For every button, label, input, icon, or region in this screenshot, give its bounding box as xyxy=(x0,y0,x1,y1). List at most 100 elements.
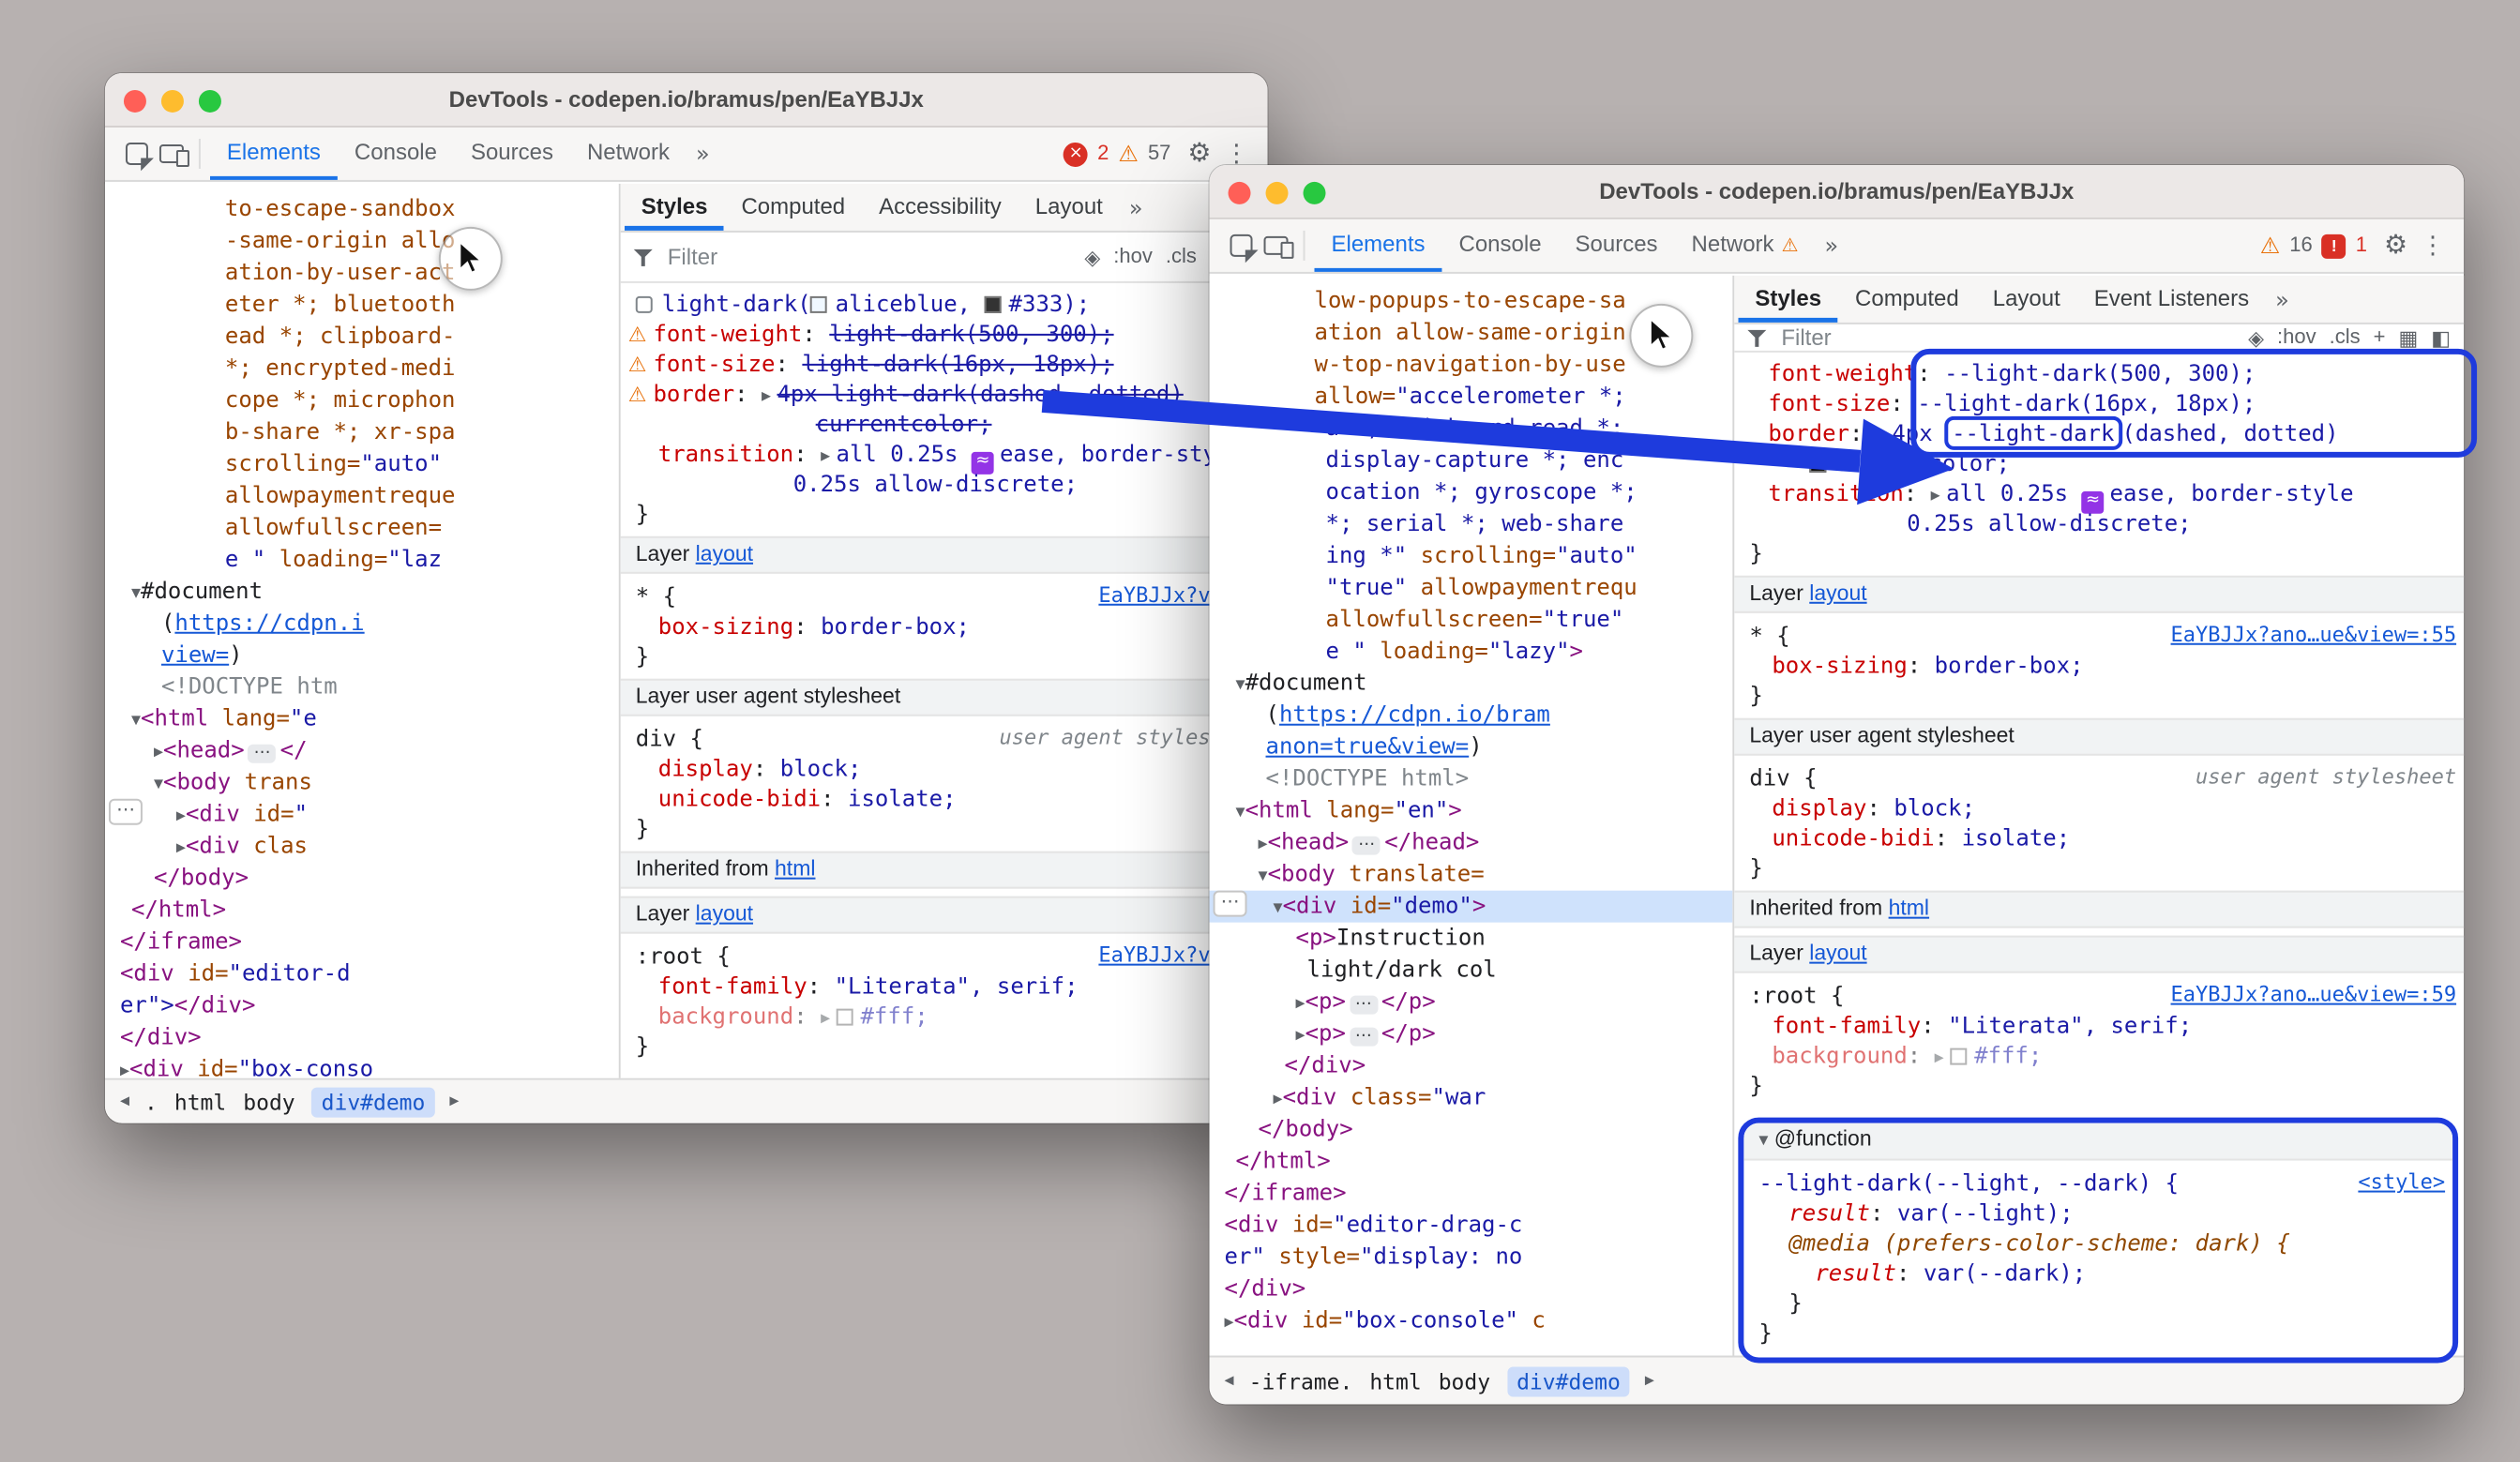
ellipsis-badge[interactable]: ⋯ xyxy=(249,745,277,763)
breadcrumb-forward-icon[interactable]: ▸ xyxy=(449,1092,459,1112)
breadcrumb-item-html[interactable]: html xyxy=(174,1089,226,1115)
link[interactable]: layout xyxy=(696,544,753,566)
more-tabs-icon[interactable]: » xyxy=(1120,194,1153,220)
tab-sources[interactable]: Sources xyxy=(1559,219,1675,272)
hidden-elements-badge[interactable]: ⋯ xyxy=(109,799,143,825)
minimize-button[interactable] xyxy=(1266,181,1289,203)
expand-toggle[interactable]: ▸ xyxy=(1274,1090,1283,1110)
tab-sources[interactable]: Sources xyxy=(454,128,570,180)
expand-toggle[interactable]: ▾ xyxy=(154,775,163,795)
link[interactable]: EaYBJJx?ano…ue&view=:55 xyxy=(2171,621,2457,651)
tab-event-listeners[interactable]: Event Listeners xyxy=(2077,276,2266,323)
expand-toggle[interactable]: ▸ xyxy=(1877,426,1892,446)
tab-network[interactable]: Network xyxy=(570,128,687,180)
dom-tree[interactable]: ⋯ to-escape-sandbox-same-origin alloatio… xyxy=(105,184,621,1078)
inspect-element-icon[interactable] xyxy=(126,143,148,165)
tab-console[interactable]: Console xyxy=(338,128,454,180)
link[interactable]: https://cdpn.i xyxy=(174,610,364,636)
tab-styles[interactable]: Styles xyxy=(1738,276,1838,323)
breadcrumb-item-body[interactable]: body xyxy=(243,1089,294,1115)
styles-pane[interactable]: font-weight: --light-dark(500, 300);font… xyxy=(1734,353,2464,1364)
close-button[interactable] xyxy=(124,89,146,112)
toggle-class-button[interactable]: .cls xyxy=(2330,326,2361,349)
tab-computed[interactable]: Computed xyxy=(724,184,862,231)
styles-filter-input[interactable] xyxy=(668,244,874,270)
new-style-rule-button[interactable]: + xyxy=(2374,326,2386,349)
tab-layout[interactable]: Layout xyxy=(1019,184,1120,231)
breadcrumb-back-icon[interactable]: ◂ xyxy=(120,1092,129,1112)
expand-toggle[interactable]: ▸ xyxy=(1935,1048,1950,1069)
expand-toggle[interactable]: ▸ xyxy=(1225,1313,1234,1334)
expand-toggle[interactable]: ▸ xyxy=(1296,1026,1305,1047)
link[interactable]: anon=true&view= xyxy=(1266,733,1470,760)
link[interactable]: html xyxy=(1889,898,1929,921)
zoom-button[interactable] xyxy=(199,89,221,112)
tab-network[interactable]: Network⚠ xyxy=(1675,219,1816,272)
titlebar[interactable]: DevTools - codepen.io/bramus/pen/EaYBJJx xyxy=(105,73,1268,128)
color-swatch[interactable] xyxy=(1950,1048,1967,1065)
ellipsis-badge[interactable]: ⋯ xyxy=(1350,996,1378,1015)
checkbox[interactable] xyxy=(636,296,653,313)
expand-toggle[interactable]: ▸ xyxy=(120,1062,129,1078)
link[interactable]: layout xyxy=(1809,583,1866,606)
expand-toggle[interactable]: ▸ xyxy=(821,1009,836,1030)
link[interactable]: <style> xyxy=(2358,1168,2445,1198)
expand-toggle[interactable]: ▾ xyxy=(131,711,141,731)
expand-toggle[interactable]: ▸ xyxy=(821,446,836,467)
sidebar-toggle-icon[interactable]: ◧ xyxy=(2431,325,2451,350)
settings-icon[interactable]: ⚙ xyxy=(1187,139,1211,169)
link[interactable]: layout xyxy=(696,904,753,927)
styles-filter-input[interactable] xyxy=(1781,324,1987,351)
expand-toggle[interactable]: ▸ xyxy=(176,806,186,827)
inspect-element-icon[interactable] xyxy=(1230,234,1253,257)
breadcrumb-item-div-demo[interactable]: div#demo xyxy=(312,1087,435,1117)
expand-toggle[interactable]: ▸ xyxy=(154,743,163,763)
more-tabs-icon[interactable]: » xyxy=(687,141,719,167)
expand-toggle[interactable]: ▸ xyxy=(1296,994,1305,1015)
element-states-icon[interactable]: ◈ xyxy=(1084,245,1100,269)
close-button[interactable] xyxy=(1229,181,1251,203)
ellipsis-badge[interactable]: ⋯ xyxy=(1350,1028,1378,1047)
link[interactable]: html xyxy=(775,859,815,882)
breadcrumb-item-body[interactable]: body xyxy=(1439,1367,1490,1394)
more-tabs-icon[interactable]: » xyxy=(1815,233,1848,259)
color-swatch[interactable] xyxy=(811,296,828,313)
color-swatch[interactable] xyxy=(837,1009,853,1026)
dom-tree[interactable]: ⋯ low-popups-to-escape-saation allow-sam… xyxy=(1210,276,1735,1356)
toggle-hover-button[interactable]: :hov xyxy=(1113,246,1153,268)
link[interactable]: layout xyxy=(1809,943,1866,966)
link[interactable]: EaYBJJx?ano…ue&view=:59 xyxy=(2171,981,2457,1011)
expand-toggle[interactable]: ▸ xyxy=(176,838,186,859)
element-states-icon[interactable]: ◈ xyxy=(2248,325,2264,350)
tab-elements[interactable]: Elements xyxy=(1315,219,1442,272)
expand-toggle[interactable]: ▸ xyxy=(762,386,777,407)
tab-elements[interactable]: Elements xyxy=(210,128,338,180)
tab-styles[interactable]: Styles xyxy=(625,184,725,231)
link[interactable]: view= xyxy=(161,641,229,668)
tab-layout[interactable]: Layout xyxy=(1976,276,2077,323)
more-menu-icon[interactable]: ⋮ xyxy=(1221,140,1253,168)
expand-toggle[interactable]: ▸ xyxy=(1931,486,1946,506)
toggle-hover-button[interactable]: :hov xyxy=(2277,326,2316,349)
device-toolbar-icon[interactable] xyxy=(1264,236,1289,255)
hidden-elements-badge[interactable]: ⋯ xyxy=(1214,891,1247,917)
expand-toggle[interactable]: ▾ xyxy=(1236,675,1245,696)
styles-pane[interactable]: light-dark(aliceblue, #333);⚠ font-weigh… xyxy=(621,283,1268,1078)
color-swatch[interactable] xyxy=(1809,456,1826,473)
link[interactable]: https://cdpn.io/bram xyxy=(1279,701,1550,728)
color-swatch[interactable] xyxy=(985,296,1002,313)
breadcrumb-item-html[interactable]: html xyxy=(1369,1367,1421,1394)
ellipsis-badge[interactable]: ⋯ xyxy=(1352,837,1381,855)
breadcrumb-item--iframe-[interactable]: -iframe. xyxy=(1249,1367,1353,1394)
expand-toggle[interactable]: ▾ xyxy=(131,583,141,604)
minimize-button[interactable] xyxy=(161,89,184,112)
expand-toggle[interactable]: ▾ xyxy=(1236,803,1245,823)
toggle-class-button[interactable]: .cls xyxy=(1166,246,1197,268)
grid-overlay-icon[interactable]: ▦ xyxy=(2398,325,2418,350)
expand-toggle[interactable]: ▾ xyxy=(1758,1131,1773,1152)
expand-toggle[interactable]: ▸ xyxy=(1259,835,1268,855)
tab-computed[interactable]: Computed xyxy=(1838,276,1976,323)
settings-icon[interactable]: ⚙ xyxy=(2384,231,2407,261)
expand-toggle[interactable]: ▾ xyxy=(1259,867,1268,887)
device-toolbar-icon[interactable] xyxy=(159,144,184,163)
